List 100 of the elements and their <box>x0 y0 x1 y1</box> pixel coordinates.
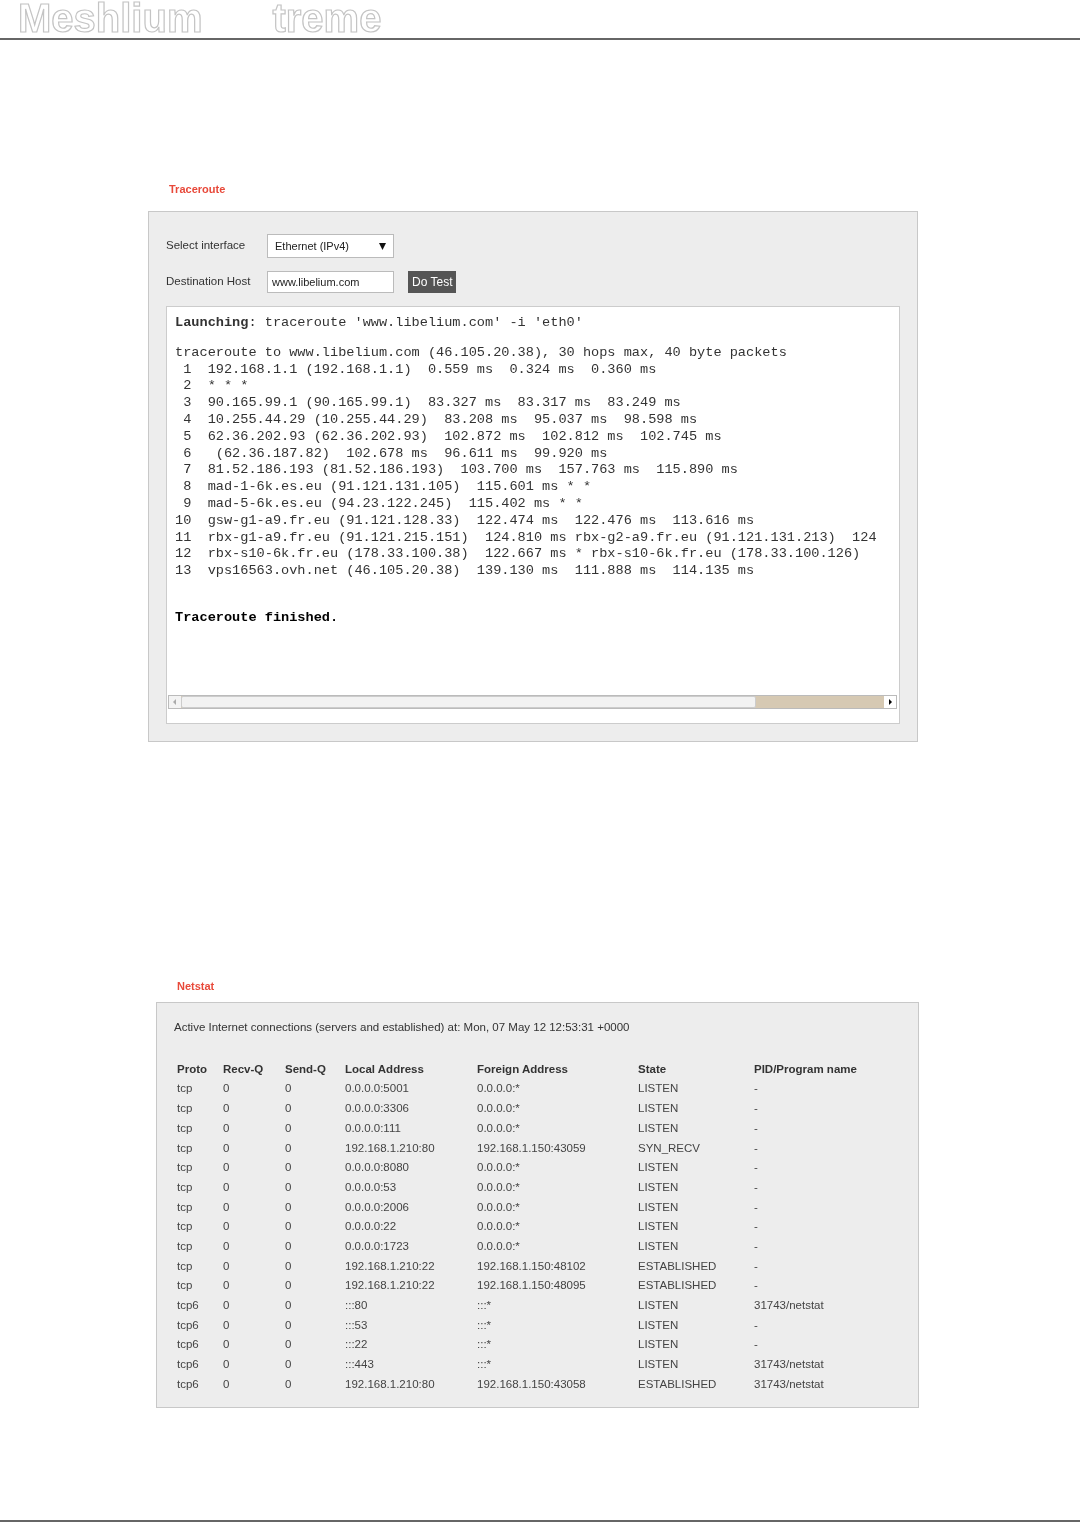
table-cell: 0 <box>223 1161 230 1174</box>
logo-text: Meshlium <box>18 0 203 38</box>
interface-dropdown[interactable]: Ethernet (IPv4) <box>267 234 394 258</box>
table-cell: LISTEN <box>638 1318 679 1331</box>
table-cell: tcp <box>177 1102 193 1115</box>
scroll-left-icon[interactable] <box>169 696 181 708</box>
host-input[interactable]: www.libelium.com <box>267 271 394 293</box>
table-cell: :::22 <box>345 1338 368 1351</box>
table-cell: LISTEN <box>638 1102 679 1115</box>
table-cell: 0 <box>285 1279 292 1292</box>
table-cell: 0.0.0.0:* <box>477 1200 520 1213</box>
table-cell: - <box>754 1082 758 1095</box>
table-cell: 0 <box>285 1180 292 1193</box>
scrollbar-thumb[interactable] <box>181 696 756 708</box>
table-cell: tcp <box>177 1239 193 1252</box>
column-header: Proto <box>177 1062 208 1075</box>
table-cell: 0 <box>285 1141 292 1154</box>
table-cell: 0.0.0.0:* <box>477 1161 520 1174</box>
table-cell: - <box>754 1141 758 1154</box>
table-cell: tcp <box>177 1200 193 1213</box>
table-cell: - <box>754 1180 758 1193</box>
column-header: Recv-Q <box>223 1062 264 1075</box>
table-cell: 0 <box>285 1299 292 1312</box>
table-cell: - <box>754 1102 758 1115</box>
column-header: Send-Q <box>285 1062 326 1075</box>
section-title: Traceroute <box>169 182 227 195</box>
netstat-summary: Active Internet connections (servers and established) at: Mon, 07 May 12 12:53:31 +0000 <box>174 1020 630 1035</box>
table-cell: :::* <box>477 1299 492 1312</box>
table-cell: 0 <box>285 1121 292 1134</box>
table-cell: ESTABLISHED <box>638 1377 717 1390</box>
table-cell: tcp <box>177 1121 193 1134</box>
table-cell: 0 <box>223 1239 230 1252</box>
table-cell: :::53 <box>345 1318 368 1331</box>
column-header: PID/Program name <box>754 1062 857 1075</box>
table-cell: tcp <box>177 1082 193 1095</box>
section-title: Netstat <box>177 979 216 992</box>
table-cell: 0.0.0.0:5001 <box>345 1082 409 1095</box>
table-cell: 0 <box>285 1318 292 1331</box>
table-cell: tcp6 <box>177 1377 199 1390</box>
table-cell: LISTEN <box>638 1200 679 1213</box>
table-cell: 0 <box>223 1299 230 1312</box>
table-cell: 0 <box>223 1377 230 1390</box>
console-line: 12 rbx-s10-6k.fr.eu (178.33.100.38) 122.667 ms * rbx-s10-6k.fr.eu (178.33.100.126) <box>175 546 861 564</box>
field-label: Destination Host <box>166 274 252 290</box>
table-cell: 192.168.1.210:80 <box>345 1377 435 1390</box>
table-cell: - <box>754 1239 758 1252</box>
table-cell: 31743/netstat <box>754 1377 824 1390</box>
console-line: 5 62.36.202.93 (62.36.202.93) 102.872 ms 102.812 ms 102.745 ms <box>182 428 722 446</box>
table-cell: 0 <box>223 1338 230 1351</box>
table-cell: 0 <box>223 1200 230 1213</box>
table-cell: - <box>754 1338 758 1351</box>
table-cell: 0 <box>223 1259 230 1272</box>
table-cell: 0 <box>223 1318 230 1331</box>
table-cell: LISTEN <box>638 1299 679 1312</box>
table-cell: 0.0.0.0:* <box>477 1121 520 1134</box>
console-line: 9 mad-5-6k.es.eu (94.23.122.245) 115.402 ms * * <box>182 495 583 513</box>
table-cell: 0 <box>285 1082 292 1095</box>
table-cell: LISTEN <box>638 1239 679 1252</box>
table-cell: tcp6 <box>177 1358 199 1371</box>
table-cell: 0 <box>285 1220 292 1233</box>
table-cell: 0 <box>223 1358 230 1371</box>
scroll-right-icon[interactable] <box>884 696 896 708</box>
table-cell: 0.0.0.0:* <box>477 1102 520 1115</box>
table-cell: 0 <box>223 1141 230 1154</box>
console-line: 13 vps16563.ovh.net (46.105.20.38) 139.130 ms 111.888 ms 114.135 ms <box>175 563 755 580</box>
table-cell: - <box>754 1279 758 1292</box>
table-cell: LISTEN <box>638 1082 679 1095</box>
table-cell: LISTEN <box>638 1180 679 1193</box>
table-cell: 192.168.1.150:48102 <box>477 1259 586 1272</box>
table-cell: 0.0.0.0:22 <box>345 1220 397 1233</box>
table-cell: - <box>754 1200 758 1213</box>
table-cell: - <box>754 1318 758 1331</box>
console-line: Launching: traceroute 'www.libelium.com' -i 'eth0' <box>175 315 583 332</box>
table-cell: 192.168.1.210:80 <box>345 1141 435 1154</box>
table-cell: tcp6 <box>177 1318 199 1331</box>
table-cell: ESTABLISHED <box>638 1259 717 1272</box>
console-line: 10 gsw-g1-a9.fr.eu (91.121.128.33) 122.474 ms 122.476 ms 113.616 ms <box>175 512 755 530</box>
table-cell: 0 <box>223 1180 230 1193</box>
table-cell: - <box>754 1161 758 1174</box>
table-cell: - <box>754 1121 758 1134</box>
table-cell: tcp <box>177 1279 193 1292</box>
table-cell: tcp <box>177 1141 193 1154</box>
table-cell: 0.0.0.0:3306 <box>345 1102 409 1115</box>
table-cell: 0 <box>285 1338 292 1351</box>
table-cell: 0 <box>285 1200 292 1213</box>
console-line: 7 81.52.186.193 (81.52.186.193) 103.700 ms 157.763 ms 115.890 ms <box>182 462 738 480</box>
console-line: 8 mad-1-6k.es.eu (91.121.131.105) 115.601 ms * * <box>182 479 592 496</box>
table-cell: LISTEN <box>638 1220 679 1233</box>
console-line: 1 192.168.1.1 (192.168.1.1) 0.559 ms 0.324 ms 0.360 ms <box>182 361 657 379</box>
do-test-button[interactable]: Do Test <box>408 271 457 293</box>
console-line: Traceroute finished. <box>175 609 339 627</box>
horizontal-scrollbar[interactable] <box>168 695 897 709</box>
table-cell: 0 <box>223 1220 230 1233</box>
table-cell: 0 <box>223 1082 230 1095</box>
table-cell: tcp <box>177 1220 193 1233</box>
table-cell: 0.0.0.0:2006 <box>345 1200 409 1213</box>
table-cell: - <box>754 1259 758 1272</box>
table-cell: LISTEN <box>638 1338 679 1351</box>
table-cell: 0 <box>285 1377 292 1390</box>
console-line: 2 * * * <box>182 378 249 396</box>
